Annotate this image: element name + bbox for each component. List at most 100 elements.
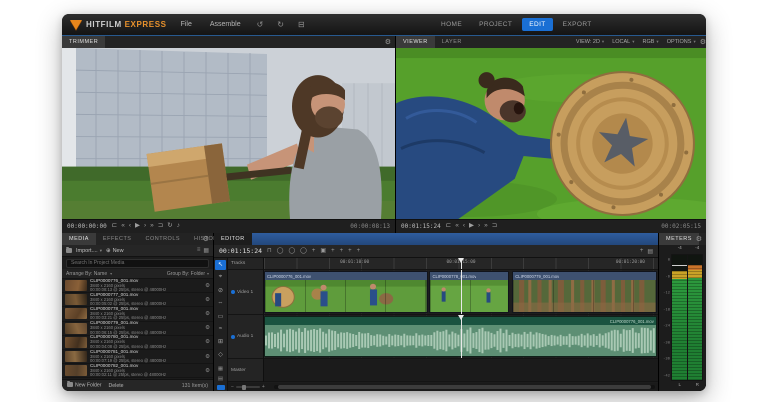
tab-meters[interactable]: METERS xyxy=(659,233,699,245)
timeline-clip[interactable]: CLIP0000776_001.mov xyxy=(264,271,428,313)
tab-controls[interactable]: CONTROLS xyxy=(138,233,187,245)
link-icon[interactable]: ◯ xyxy=(288,248,295,254)
set-out-icon[interactable]: ⊐ xyxy=(492,223,497,230)
new-folder-button[interactable]: New Folder xyxy=(67,380,102,389)
gear-icon[interactable]: ⚙ xyxy=(205,311,210,317)
tab-effects[interactable]: EFFECTS xyxy=(96,233,139,245)
gear-icon[interactable]: ⚙ xyxy=(205,339,210,345)
track-enable-icon[interactable] xyxy=(231,290,235,294)
redo-icon[interactable]: ↻ xyxy=(275,20,286,29)
rate-tool[interactable]: ⊞ xyxy=(215,337,226,347)
go-end-icon[interactable]: » xyxy=(484,223,488,230)
panel-menu-icon[interactable]: ▤ xyxy=(647,248,653,255)
media-item[interactable]: CLIP0000781_001.mov 3840 x 2160 pixels 00:… xyxy=(62,349,213,365)
timeline-clip[interactable]: CLIP0000778_001.mov xyxy=(429,271,510,313)
group-by-dropdown[interactable]: Group By: Folder ▾ xyxy=(167,271,209,277)
tab-home[interactable]: HOME xyxy=(434,18,469,31)
add-track-icon[interactable]: + xyxy=(640,248,644,255)
master-track-header[interactable]: Master xyxy=(228,359,264,382)
local-dropdown[interactable]: LOCAL ▾ xyxy=(608,39,638,45)
trimmer-viewport[interactable] xyxy=(62,48,395,219)
go-start-icon[interactable]: « xyxy=(121,223,125,230)
zoom-out-icon[interactable]: − xyxy=(231,384,234,390)
roll-tool[interactable]: ≈ xyxy=(215,324,226,334)
timeline-zoom-control[interactable]: − + xyxy=(231,384,271,390)
tab-viewer[interactable]: VIEWER xyxy=(396,36,435,48)
arrange-by-dropdown[interactable]: Arrange By: Name xyxy=(66,271,107,277)
tab-media[interactable]: MEDIA xyxy=(62,233,96,245)
tab-editor[interactable]: EDITOR xyxy=(214,233,252,245)
tab-project[interactable]: PROJECT xyxy=(472,18,519,31)
media-item[interactable]: CLIP0000780_001.mov 3840 x 2160 pixels 00:… xyxy=(62,335,213,350)
list-view-icon[interactable]: ≡ xyxy=(197,247,201,254)
insert-icon[interactable]: + xyxy=(331,248,335,254)
rgb-dropdown[interactable]: RGB ▾ xyxy=(639,39,663,45)
search-input[interactable] xyxy=(66,258,209,268)
export-frame-icon[interactable]: + xyxy=(357,248,361,254)
layout-icon[interactable]: ⊟ xyxy=(296,20,307,29)
zoom-slider[interactable] xyxy=(235,384,260,390)
set-in-icon[interactable]: ⊏ xyxy=(112,223,117,230)
audio-track-area[interactable]: CLIP0000776_001.mov xyxy=(264,315,658,359)
file-menu[interactable]: File xyxy=(177,19,196,30)
slip-tool[interactable]: ⇔ xyxy=(215,298,226,308)
editor-timecode[interactable]: 00:01:15:24 xyxy=(219,247,262,255)
timeline-clip[interactable]: CLIP0000779_001.mov xyxy=(512,271,657,313)
step-back-icon[interactable]: ‹ xyxy=(129,223,131,230)
set-in-icon[interactable]: ⊏ xyxy=(446,223,451,230)
set-out-icon[interactable]: ⊐ xyxy=(158,223,163,230)
play-icon[interactable]: ▶ xyxy=(469,223,474,230)
step-forward-icon[interactable]: › xyxy=(478,223,480,230)
play-icon[interactable]: ▶ xyxy=(135,223,140,230)
zoom-in-icon[interactable]: + xyxy=(262,384,265,390)
gear-icon[interactable]: ⚙ xyxy=(205,297,210,303)
gear-icon[interactable]: ⚙ xyxy=(700,36,706,48)
view-mode-dropdown[interactable]: VIEW: 2D ▾ xyxy=(572,39,608,45)
loop-icon[interactable]: ↻ xyxy=(167,223,172,230)
marker-tool[interactable]: ◇ xyxy=(215,350,226,360)
media-item[interactable]: CLIP0000782_001.mov 3840 x 2160 pixels 00:… xyxy=(62,363,213,379)
undo-icon[interactable]: ↺ xyxy=(255,20,266,29)
timeline-scrollbar[interactable] xyxy=(274,385,655,389)
ripple-icon[interactable]: ◯ xyxy=(300,248,307,254)
select-tool[interactable]: ↖ xyxy=(215,260,226,270)
scrollbar-thumb[interactable] xyxy=(277,385,652,389)
tab-edit[interactable]: EDIT xyxy=(522,18,553,31)
marker-icon[interactable]: + xyxy=(340,248,344,254)
video-track-area[interactable]: CLIP0000776_001.mov CLIP0000778_001.mov … xyxy=(264,270,658,315)
options-dropdown[interactable]: OPTIONS ▾ xyxy=(663,39,700,45)
snap-icon[interactable]: ◯ xyxy=(277,248,284,254)
gear-icon[interactable]: ⚙ xyxy=(696,233,702,245)
add-icon[interactable]: + xyxy=(312,248,316,254)
gear-icon[interactable]: ⚙ xyxy=(205,368,210,374)
tab-export[interactable]: EXPORT xyxy=(556,18,599,31)
gear-icon[interactable]: ⚙ xyxy=(203,233,209,245)
tab-trimmer[interactable]: TRIMMER xyxy=(62,36,106,48)
audio-icon[interactable]: ♪ xyxy=(177,223,180,230)
delete-button[interactable]: Delete xyxy=(109,383,124,389)
viewer-viewport[interactable] xyxy=(396,48,706,219)
track-enable-icon[interactable] xyxy=(231,334,235,339)
grid-view-icon[interactable]: ▦ xyxy=(203,247,209,254)
playhead[interactable] xyxy=(458,258,465,269)
slice-tool[interactable]: ⊘ xyxy=(215,286,226,296)
go-end-icon[interactable]: » xyxy=(150,223,154,230)
tab-layer[interactable]: LAYER xyxy=(435,36,469,48)
gear-icon[interactable]: ⚙ xyxy=(385,36,391,48)
slice-icon[interactable]: + xyxy=(348,248,352,254)
gear-icon[interactable]: ⚙ xyxy=(205,354,210,360)
overlay-icon[interactable]: ▣ xyxy=(320,248,326,254)
gear-icon[interactable]: ⚙ xyxy=(205,325,210,331)
audio-track-header[interactable]: Audio 1 xyxy=(228,315,264,359)
go-start-icon[interactable]: « xyxy=(455,223,459,230)
import-button[interactable]: Import.... ▾ xyxy=(66,246,102,254)
layout-rows-icon[interactable]: ▤ xyxy=(215,375,226,382)
hand-tool[interactable]: ⌖ xyxy=(215,273,226,283)
assemble-menu[interactable]: Assemble xyxy=(206,19,245,30)
step-back-icon[interactable]: ‹ xyxy=(463,223,465,230)
step-forward-icon[interactable]: › xyxy=(144,223,146,230)
layout-grid-icon[interactable]: ▦ xyxy=(215,365,226,372)
timeline-ruler[interactable]: 00:01:10:00 00:01:15:00 00:01:20:00 xyxy=(264,258,658,270)
video-track-header[interactable]: Video 1 xyxy=(228,270,264,315)
ripple-tool[interactable]: ▭ xyxy=(215,311,226,321)
